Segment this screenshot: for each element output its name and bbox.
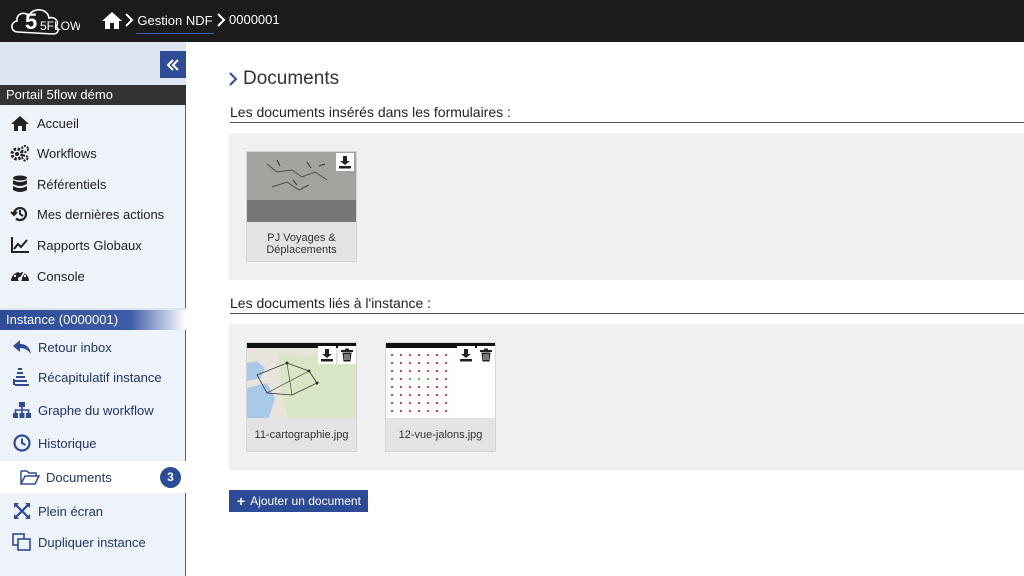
sitemap-icon	[13, 402, 31, 418]
chevron-right-icon	[125, 13, 134, 27]
download-icon	[339, 156, 351, 169]
folder-open-icon	[20, 470, 40, 485]
summary-icon	[13, 368, 29, 386]
sidebar-item-label: Mes dernières actions	[37, 206, 165, 222]
sidebar-item-label: Référentiels	[37, 176, 107, 192]
sidebar-item-label: Accueil	[37, 115, 79, 131]
svg-text:5: 5	[25, 9, 37, 34]
download-button[interactable]	[318, 346, 336, 364]
document-card[interactable]: PJ Voyages & Déplacements	[246, 151, 357, 262]
sidebar-item-console[interactable]: Console	[10, 265, 85, 287]
document-name: 12-vue-jalons.jpg	[398, 429, 483, 441]
line-chart-icon	[11, 237, 29, 253]
sidebar-item-label: Documents	[46, 469, 112, 485]
sidebar-item-dernieres-actions[interactable]: Mes dernières actions	[10, 203, 164, 225]
home-icon[interactable]	[101, 10, 123, 30]
dashboard-icon	[11, 270, 29, 281]
sidebar-item-accueil[interactable]: Accueil	[10, 112, 79, 134]
form-documents-title: Les documents insérés dans les formulair…	[230, 104, 1024, 123]
sidebar-item-plein-ecran[interactable]: Plein écran	[12, 500, 103, 522]
home-icon	[11, 116, 29, 131]
sidebar-item-label: Console	[37, 268, 85, 284]
sidebar-item-retour-inbox[interactable]: Retour inbox	[12, 336, 112, 358]
page-title: Documents	[228, 68, 339, 90]
clock-icon	[13, 434, 31, 452]
database-icon	[13, 175, 27, 192]
delete-button[interactable]	[477, 346, 495, 364]
document-name: PJ Voyages & Déplacements	[266, 232, 337, 256]
instance-documents-area: 11-cartographie.jpg 12-vue-jalons.jpg	[229, 324, 1024, 470]
copy-icon	[12, 533, 31, 551]
plus-icon: +	[237, 493, 246, 509]
sidebar-item-label: Graphe du workflow	[38, 402, 154, 418]
5flow-logo[interactable]: 5 5FLOW	[8, 2, 80, 38]
document-name: 11-cartographie.jpg	[254, 429, 349, 441]
sidebar-item-workflows[interactable]: Workflows	[10, 142, 97, 164]
gears-icon	[10, 145, 29, 162]
page-title-text: Documents	[243, 68, 340, 89]
history-icon	[10, 206, 28, 222]
sidebar-item-label: Plein écran	[38, 503, 104, 519]
download-icon	[321, 349, 333, 362]
fullscreen-icon	[14, 503, 30, 519]
reply-icon	[13, 340, 31, 354]
add-document-button[interactable]: + Ajouter un document	[229, 490, 368, 512]
collapse-sidebar-button[interactable]	[160, 51, 186, 78]
sidebar-item-dupliquer[interactable]: Dupliquer instance	[12, 531, 146, 553]
sidebar-item-label: Récapitulatif instance	[38, 369, 162, 385]
breadcrumb-workflow[interactable]: Gestion NDF	[136, 6, 214, 34]
trash-icon	[480, 348, 492, 362]
sidebar-item-referentiels[interactable]: Référentiels	[10, 173, 106, 195]
sidebar-item-documents[interactable]: Documents	[20, 466, 112, 488]
add-document-label: Ajouter un document	[250, 494, 361, 508]
document-card[interactable]: 12-vue-jalons.jpg	[385, 342, 496, 452]
chevron-right-icon	[217, 13, 226, 27]
instance-title: Instance (0000001)	[0, 310, 186, 330]
sidebar-item-label: Rapports Globaux	[37, 237, 142, 253]
double-chevron-left-icon	[166, 58, 179, 71]
download-button[interactable]	[336, 153, 354, 171]
sidebar-item-label: Historique	[38, 435, 97, 451]
portal-title: Portail 5flow démo	[0, 85, 186, 105]
sidebar-item-label: Retour inbox	[38, 339, 112, 355]
form-documents-area: PJ Voyages & Déplacements	[229, 133, 1024, 280]
svg-text:5FLOW: 5FLOW	[40, 19, 80, 33]
sidebar-item-label: Workflows	[37, 145, 97, 161]
delete-button[interactable]	[338, 346, 356, 364]
instance-documents-title: Les documents liés à l'instance :	[230, 295, 1024, 314]
download-button[interactable]	[457, 346, 475, 364]
sidebar-item-graphe-workflow[interactable]: Graphe du workflow	[12, 399, 154, 421]
download-icon	[460, 349, 472, 362]
chevron-right-icon	[229, 72, 238, 86]
sidebar-item-historique[interactable]: Historique	[12, 432, 97, 454]
trash-icon	[341, 348, 353, 362]
document-card[interactable]: 11-cartographie.jpg	[246, 342, 357, 452]
sidebar-item-label: Dupliquer instance	[38, 534, 146, 550]
sidebar-item-rapports-globaux[interactable]: Rapports Globaux	[10, 234, 142, 256]
documents-count-badge: 3	[160, 467, 181, 488]
top-bar: 5 5FLOW Gestion NDF 0000001	[0, 0, 1024, 42]
breadcrumb-instance[interactable]: 0000001	[229, 12, 280, 27]
sidebar-item-recapitulatif[interactable]: Récapitulatif instance	[12, 366, 162, 388]
